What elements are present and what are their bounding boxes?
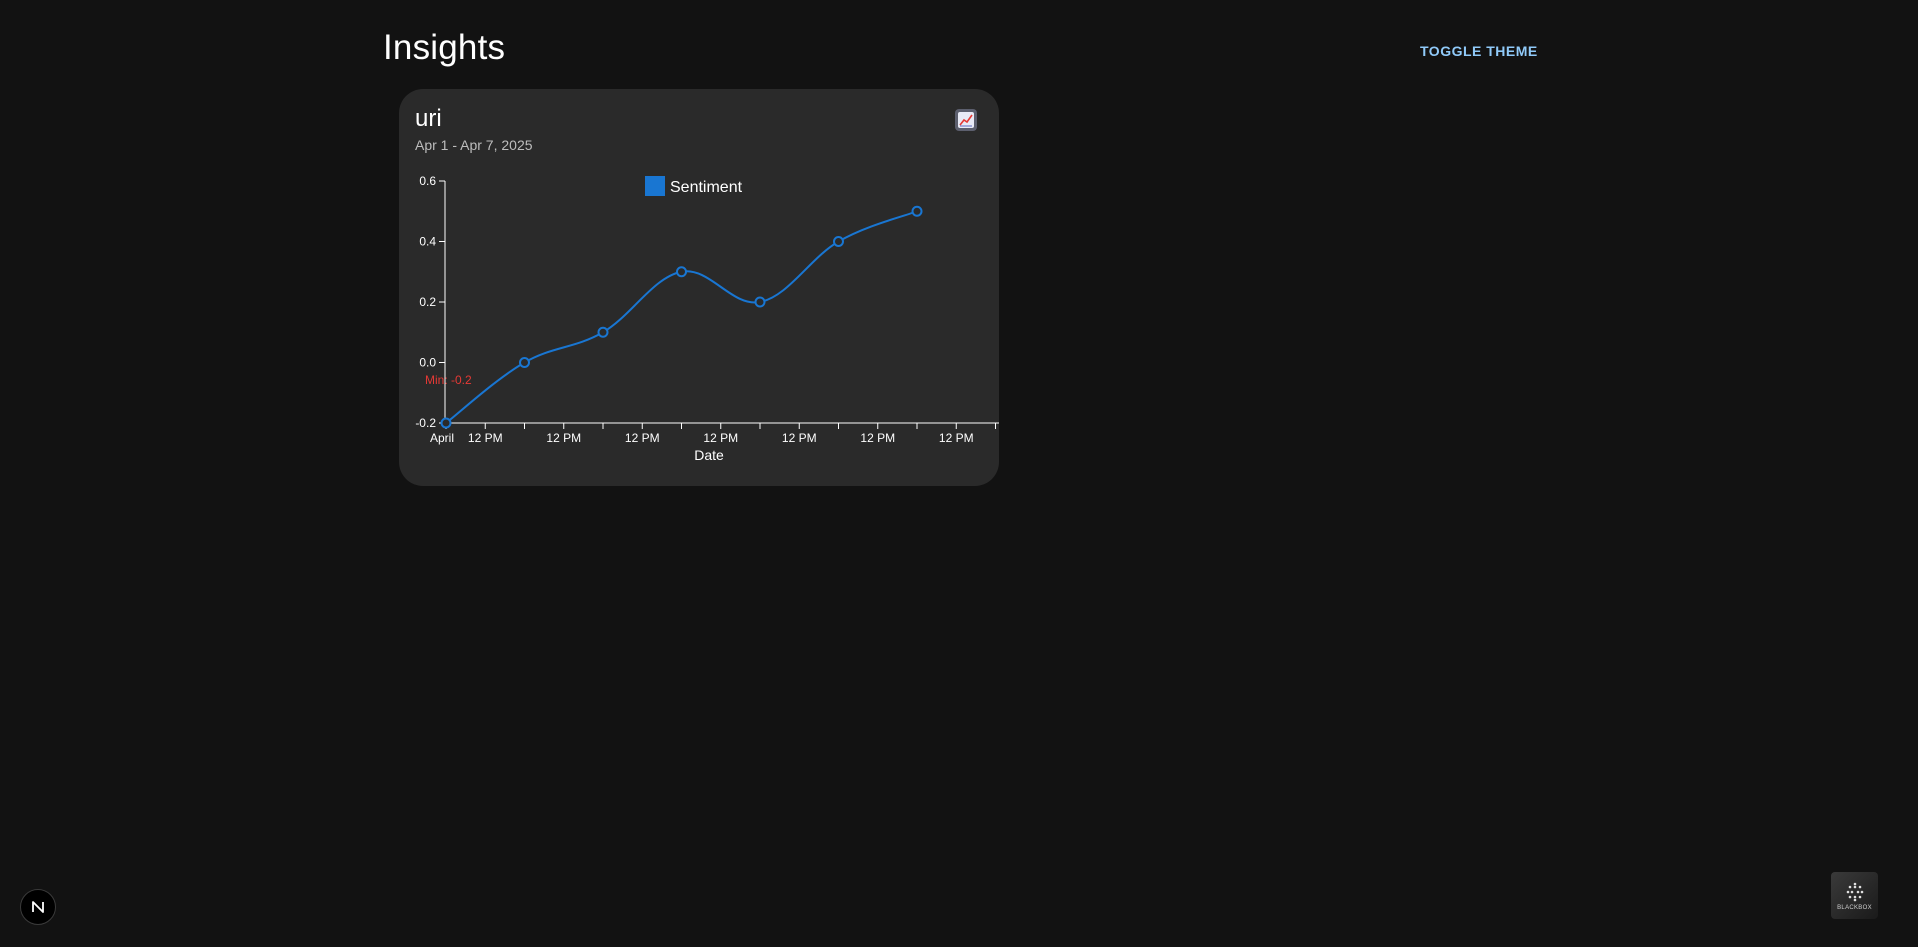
x-tick-label: 12 PM [782, 431, 817, 445]
sentiment-line [445, 210, 918, 424]
page-title: Insights [383, 28, 506, 67]
toggle-theme-button[interactable]: Toggle theme [1408, 38, 1550, 64]
y-tick-label: 0.6 [419, 174, 436, 188]
data-point[interactable] [519, 357, 530, 368]
legend-label: Sentiment [670, 179, 743, 196]
data-point[interactable] [754, 296, 766, 308]
blackbox-cube-icon [1846, 882, 1863, 901]
data-point[interactable] [440, 417, 452, 429]
data-point[interactable] [911, 205, 923, 217]
insight-card: uri Apr 1 - Apr 7, 2025 Sentiment -0.2 0.… [399, 89, 999, 486]
blackbox-logo-text: BLACKBOX [1837, 904, 1872, 911]
x-axis-title: Date [694, 447, 724, 463]
x-tick-label: 12 PM [860, 431, 895, 445]
data-point[interactable] [597, 326, 609, 338]
min-annotation: Min: -0.2 [425, 373, 472, 387]
x-tick-label: 12 PM [939, 431, 974, 445]
blackbox-logo[interactable]: BLACKBOX [1831, 872, 1878, 919]
x-tick-label: April [430, 431, 454, 445]
sentiment-line-chart: Sentiment -0.2 0.0 0.2 0.4 0.6 April 12 PM 12 P… [415, 174, 999, 463]
x-tick-label: 12 PM [468, 431, 503, 445]
x-tick-label: 12 PM [546, 431, 581, 445]
next-logo-icon[interactable] [20, 889, 56, 925]
y-tick-label: 0.4 [419, 235, 436, 249]
x-tick-label: 12 PM [703, 431, 738, 445]
data-point[interactable] [676, 266, 687, 278]
y-tick-label: 0.2 [419, 295, 436, 309]
y-tick-label: 0.0 [419, 356, 436, 370]
legend-swatch [645, 176, 665, 196]
x-tick-label: 12 PM [625, 431, 660, 445]
chart-legend: Sentiment [645, 176, 743, 196]
y-tick-label: -0.2 [415, 416, 436, 430]
data-point[interactable] [833, 236, 844, 247]
